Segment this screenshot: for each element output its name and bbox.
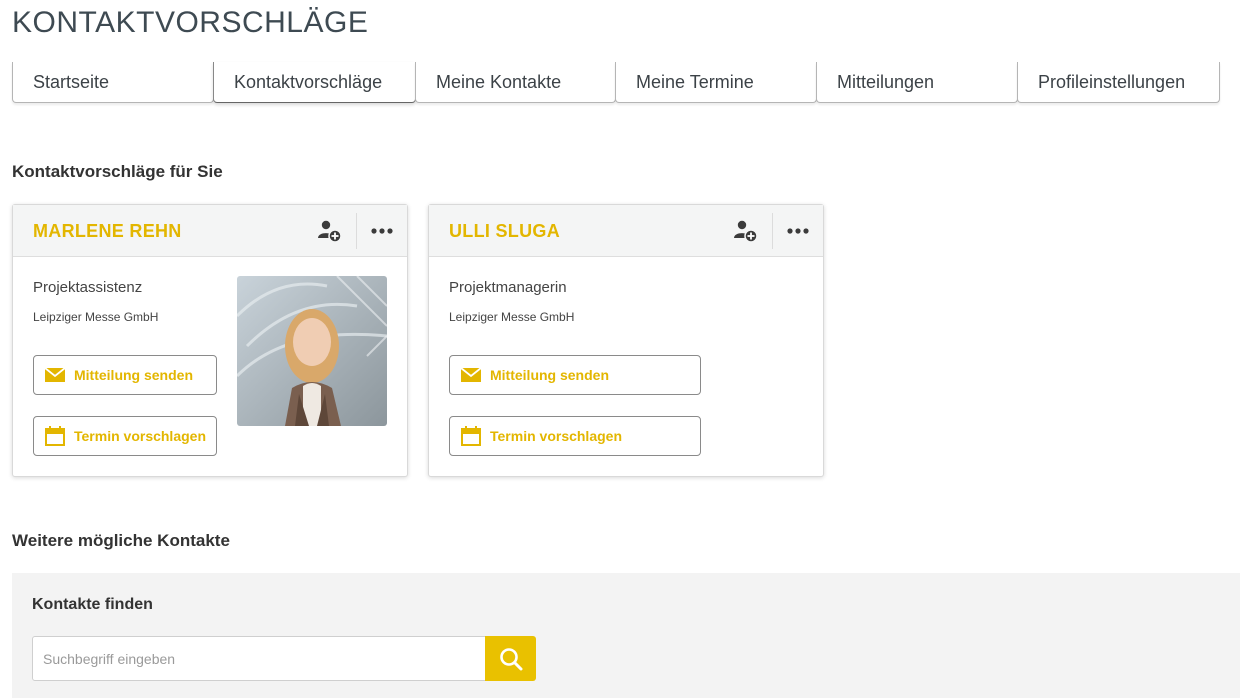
tab-kontaktvorschlaege[interactable]: Kontaktvorschläge xyxy=(213,62,416,103)
contact-photo xyxy=(237,276,387,426)
header-separator xyxy=(772,213,773,249)
contact-role: Projektassistenz xyxy=(33,279,143,296)
envelope-icon xyxy=(460,367,482,382)
page-title: KONTAKTVORSCHLÄGE xyxy=(12,6,369,39)
propose-appointment-label: Termin vorschlagen xyxy=(74,428,207,444)
contact-role: Projektmanagerin xyxy=(449,279,567,296)
search-input[interactable] xyxy=(32,636,486,681)
more-contacts-heading: Weitere mögliche Kontakte xyxy=(12,531,230,550)
more-options-icon[interactable] xyxy=(368,217,396,245)
header-separator xyxy=(356,213,357,249)
envelope-icon xyxy=(44,367,66,382)
contact-name: ULLI SLUGA xyxy=(449,221,560,241)
tab-meine-kontakte[interactable]: Meine Kontakte xyxy=(415,62,616,103)
contact-company: Leipziger Messe GmbH xyxy=(449,310,575,324)
add-contact-icon[interactable] xyxy=(731,217,759,245)
tab-mitteilungen[interactable]: Mitteilungen xyxy=(816,62,1018,103)
tab-profileinstellungen[interactable]: Profileinstellungen xyxy=(1017,62,1220,103)
add-contact-icon[interactable] xyxy=(315,217,343,245)
send-message-label: Mitteilung senden xyxy=(74,367,193,383)
contact-name: MARLENE REHN xyxy=(33,221,182,241)
search-icon xyxy=(499,647,522,670)
card-header: ULLI SLUGA xyxy=(429,205,823,257)
suggestions-heading: Kontaktvorschläge für Sie xyxy=(12,162,223,181)
search-panel: Kontakte finden xyxy=(12,573,1240,698)
propose-appointment-button[interactable]: Termin vorschlagen xyxy=(33,416,217,456)
search-button[interactable] xyxy=(485,636,536,681)
tab-startseite[interactable]: Startseite xyxy=(12,62,214,103)
contact-company: Leipziger Messe GmbH xyxy=(33,310,159,324)
tab-meine-termine[interactable]: Meine Termine xyxy=(615,62,817,103)
card-header: MARLENE REHN xyxy=(13,205,407,257)
contact-card: ULLI SLUGA Projektmanagerin Leipziger Me… xyxy=(428,204,824,477)
calendar-icon xyxy=(45,426,65,446)
calendar-icon xyxy=(461,426,481,446)
propose-appointment-button[interactable]: Termin vorschlagen xyxy=(449,416,701,456)
search-label: Kontakte finden xyxy=(32,596,153,613)
contact-card: MARLENE REHN Projektassistenz Leipziger … xyxy=(12,204,408,477)
more-options-icon[interactable] xyxy=(784,217,812,245)
main-navigation-tabs: Startseite Kontaktvorschläge Meine Konta… xyxy=(12,62,1220,103)
send-message-label: Mitteilung senden xyxy=(490,367,609,383)
send-message-button[interactable]: Mitteilung senden xyxy=(449,355,701,395)
propose-appointment-label: Termin vorschlagen xyxy=(490,428,623,444)
send-message-button[interactable]: Mitteilung senden xyxy=(33,355,217,395)
